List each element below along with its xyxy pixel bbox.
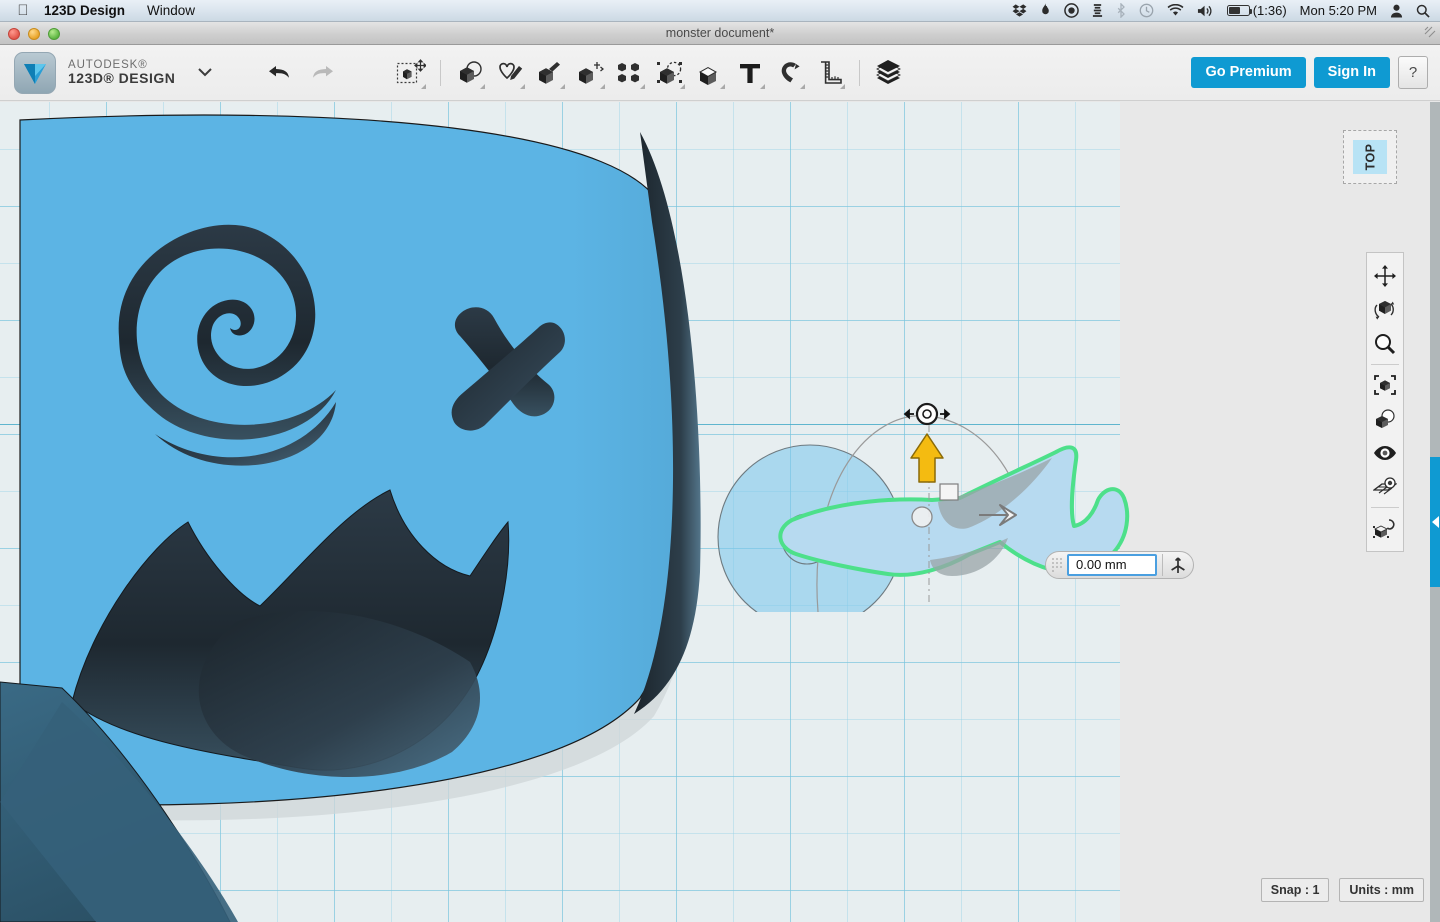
view-cube-label: TOP: [1362, 143, 1377, 171]
toolbar-account-actions: Go Premium Sign In ?: [1191, 56, 1440, 89]
toolbar-divider: [859, 59, 861, 86]
units-status[interactable]: Units : mm: [1339, 878, 1424, 902]
chevron-left-icon: [1431, 516, 1439, 528]
battery-indicator[interactable]: (1:36): [1226, 3, 1287, 18]
snap-tool[interactable]: [770, 51, 810, 95]
display-style-tool[interactable]: [1367, 402, 1403, 436]
axis-pivot-icon[interactable]: [1167, 556, 1189, 574]
timer-icon[interactable]: [1063, 3, 1079, 18]
app-window: monster document* AUTODESK® 123D® DESIGN: [0, 22, 1440, 922]
battery-time-label: (1:36): [1252, 3, 1287, 18]
autodesk-logo-icon: [14, 51, 56, 94]
zoom-tool[interactable]: [1367, 327, 1403, 361]
wifi-icon[interactable]: [1167, 4, 1184, 17]
transform-tool[interactable]: [391, 51, 431, 95]
material-preview-tool[interactable]: [1367, 511, 1403, 545]
material-tool[interactable]: [869, 51, 909, 95]
zoom-button[interactable]: [48, 28, 60, 40]
measure-tool[interactable]: [810, 51, 850, 95]
brand-block: AUTODESK® 123D® DESIGN: [14, 51, 213, 94]
tool-dropdown-caret-icon[interactable]: [520, 83, 526, 89]
menubar-status-area: (1:36) Mon 5:20 PM: [999, 3, 1440, 18]
view-cube-top-face[interactable]: TOP: [1353, 140, 1387, 174]
tool-dropdown-caret-icon[interactable]: [421, 83, 427, 89]
volume-icon[interactable]: [1197, 4, 1214, 18]
tool-dropdown-caret-icon[interactable]: [800, 83, 806, 89]
combine-tool[interactable]: [690, 51, 730, 95]
drag-grip-icon[interactable]: [1052, 557, 1063, 573]
user-account-icon[interactable]: [1390, 4, 1403, 18]
app-toolbar: AUTODESK® 123D® DESIGN Go Premium Sign I…: [0, 45, 1440, 101]
fit-tool[interactable]: [1367, 368, 1403, 402]
construct-tool[interactable]: [530, 51, 570, 95]
toolbar-material-group: [869, 51, 909, 95]
redo-icon[interactable]: [309, 61, 335, 84]
tool-dropdown-caret-icon[interactable]: [680, 83, 686, 89]
tool-dropdown-caret-icon[interactable]: [840, 83, 846, 89]
primitives-tool[interactable]: [450, 51, 490, 95]
pattern-tool[interactable]: [610, 51, 650, 95]
brand-text: AUTODESK® 123D® DESIGN: [68, 59, 175, 86]
help-button[interactable]: ?: [1398, 56, 1428, 89]
dimension-input-pill[interactable]: [1045, 551, 1194, 579]
battery-icon: [1226, 5, 1253, 16]
close-button[interactable]: [8, 28, 20, 40]
dimension-input[interactable]: [1067, 554, 1157, 576]
flame-icon[interactable]: [1040, 3, 1051, 18]
window-title: monster document*: [665, 26, 775, 40]
tool-dropdown-caret-icon[interactable]: [480, 83, 486, 89]
scale-square-handle: [939, 483, 959, 501]
menubar-app-name[interactable]: 123D Design: [44, 3, 125, 18]
orbit-tool[interactable]: [1367, 293, 1403, 327]
snap-status[interactable]: Snap : 1: [1260, 878, 1330, 902]
macos-menubar:  123D Design Window (1:36) Mo: [0, 0, 1440, 22]
time-machine-icon[interactable]: [1139, 3, 1154, 18]
navbar-divider: [1371, 507, 1399, 508]
view-cube[interactable]: TOP: [1343, 130, 1397, 184]
menubar-clock[interactable]: Mon 5:20 PM: [1300, 3, 1377, 18]
grid-settings-tool[interactable]: [1367, 470, 1403, 504]
undo-redo-group: [267, 61, 335, 84]
window-titlebar[interactable]: monster document*: [0, 22, 1440, 45]
spotlight-search-icon[interactable]: [1416, 4, 1430, 18]
navbar-divider: [1371, 364, 1399, 365]
grouping-tool[interactable]: [650, 51, 690, 95]
visibility-tool[interactable]: [1367, 436, 1403, 470]
resize-corner-icon[interactable]: [1424, 26, 1436, 41]
go-premium-button[interactable]: Go Premium: [1191, 56, 1306, 89]
sign-in-button[interactable]: Sign In: [1313, 56, 1390, 89]
move-up-arrow-icon: [910, 433, 944, 483]
tool-dropdown-caret-icon[interactable]: [720, 83, 726, 89]
panel-collapse-handle[interactable]: [1430, 457, 1440, 587]
toolbar-divider: [440, 59, 442, 86]
undo-icon[interactable]: [267, 61, 293, 84]
tool-dropdown-caret-icon[interactable]: [560, 83, 566, 89]
window-controls: [8, 28, 60, 40]
toolbar-transform-group: [391, 51, 431, 95]
pan-tool[interactable]: [1367, 259, 1403, 293]
pill-divider: [1162, 554, 1163, 576]
apple-logo-icon[interactable]: : [14, 2, 32, 19]
status-bar: Snap : 1 Units : mm: [1260, 878, 1424, 902]
monster-model[interactable]: [0, 102, 740, 922]
sketch-tool[interactable]: [490, 51, 530, 95]
minimize-button[interactable]: [28, 28, 40, 40]
dropbox-icon[interactable]: [1012, 3, 1027, 18]
rotate-circle-handle: [911, 506, 933, 528]
chess-icon[interactable]: [1092, 3, 1103, 18]
app-menu-chevron-down-icon[interactable]: [197, 64, 213, 81]
tool-dropdown-caret-icon[interactable]: [640, 83, 646, 89]
toolbar-modeling-group: [450, 51, 850, 95]
navigation-toolbar: [1366, 252, 1404, 552]
text-tool[interactable]: [730, 51, 770, 95]
brand-line-product: 123D® DESIGN: [68, 70, 176, 87]
bluetooth-icon[interactable]: [1116, 3, 1126, 18]
rotate-handle-icon: [903, 402, 951, 426]
tool-dropdown-caret-icon[interactable]: [600, 83, 606, 89]
menubar-item-window[interactable]: Window: [147, 3, 195, 18]
3d-viewport[interactable]: TOP: [0, 102, 1440, 922]
tool-dropdown-caret-icon[interactable]: [760, 83, 766, 89]
modify-tool[interactable]: [570, 51, 610, 95]
